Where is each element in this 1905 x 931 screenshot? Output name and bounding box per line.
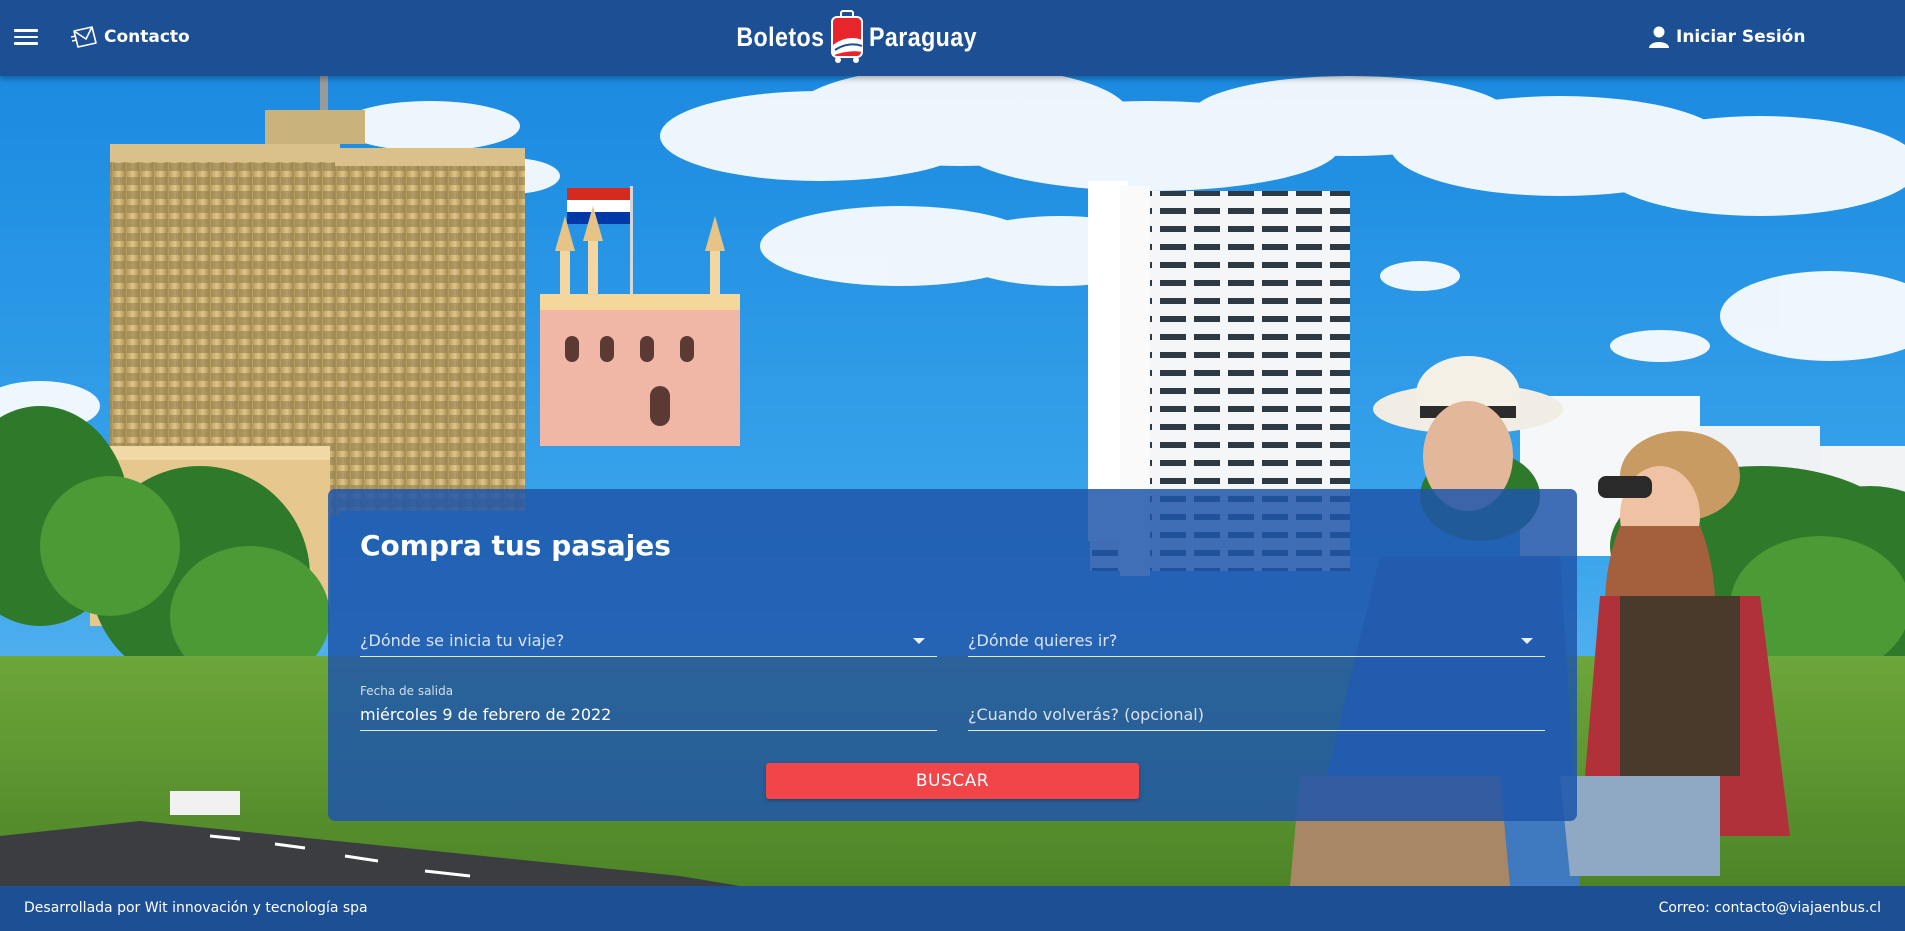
login-label: Iniciar Sesión <box>1676 27 1806 47</box>
footer: Desarrollada por Wit innovación y tecnol… <box>0 886 1905 931</box>
footer-email-text: Correo: contacto@viajaenbus.cl <box>1658 900 1881 916</box>
destination-placeholder: ¿Dónde quieres ir? <box>968 631 1118 650</box>
hero-background-image: Compra tus pasajes ¿Dónde se inicia tu v… <box>0 76 1905 886</box>
origin-select[interactable]: ¿Dónde se inicia tu viaje? <box>360 619 937 657</box>
search-form-panel: Compra tus pasajes ¿Dónde se inicia tu v… <box>328 489 1577 821</box>
contact-label: Contacto <box>104 27 190 47</box>
logo-text-right: Paraguay <box>868 21 977 52</box>
user-icon <box>1649 26 1669 48</box>
search-title: Compra tus pasajes <box>360 529 671 562</box>
departure-label: Fecha de salida <box>360 684 454 698</box>
dropdown-caret-icon <box>913 638 925 644</box>
top-navbar: Contacto Boletos Paraguay Iniciar Sesión <box>0 0 1905 76</box>
logo-text-left: Boletos <box>736 21 825 52</box>
mail-icon <box>70 26 97 48</box>
login-link[interactable]: Iniciar Sesión <box>1648 22 1805 52</box>
departure-value: miércoles 9 de febrero de 2022 <box>360 705 612 724</box>
origin-placeholder: ¿Dónde se inicia tu viaje? <box>360 631 565 650</box>
destination-select[interactable]: ¿Dónde quieres ir? <box>968 619 1545 657</box>
return-date-field[interactable]: ¿Cuando volverás? (opcional) <box>968 684 1545 731</box>
brand-logo[interactable]: Boletos Paraguay <box>722 10 994 64</box>
hamburger-menu-icon[interactable] <box>14 26 38 48</box>
search-button[interactable]: BUSCAR <box>766 763 1139 799</box>
departure-date-field[interactable]: Fecha de salida miércoles 9 de febrero d… <box>360 684 937 731</box>
suitcase-logo-icon <box>830 10 863 63</box>
contact-link[interactable]: Contacto <box>70 22 190 52</box>
footer-developer-text: Desarrollada por Wit innovación y tecnol… <box>24 900 368 916</box>
return-placeholder: ¿Cuando volverás? (opcional) <box>968 705 1204 724</box>
dropdown-caret-icon <box>1521 638 1533 644</box>
